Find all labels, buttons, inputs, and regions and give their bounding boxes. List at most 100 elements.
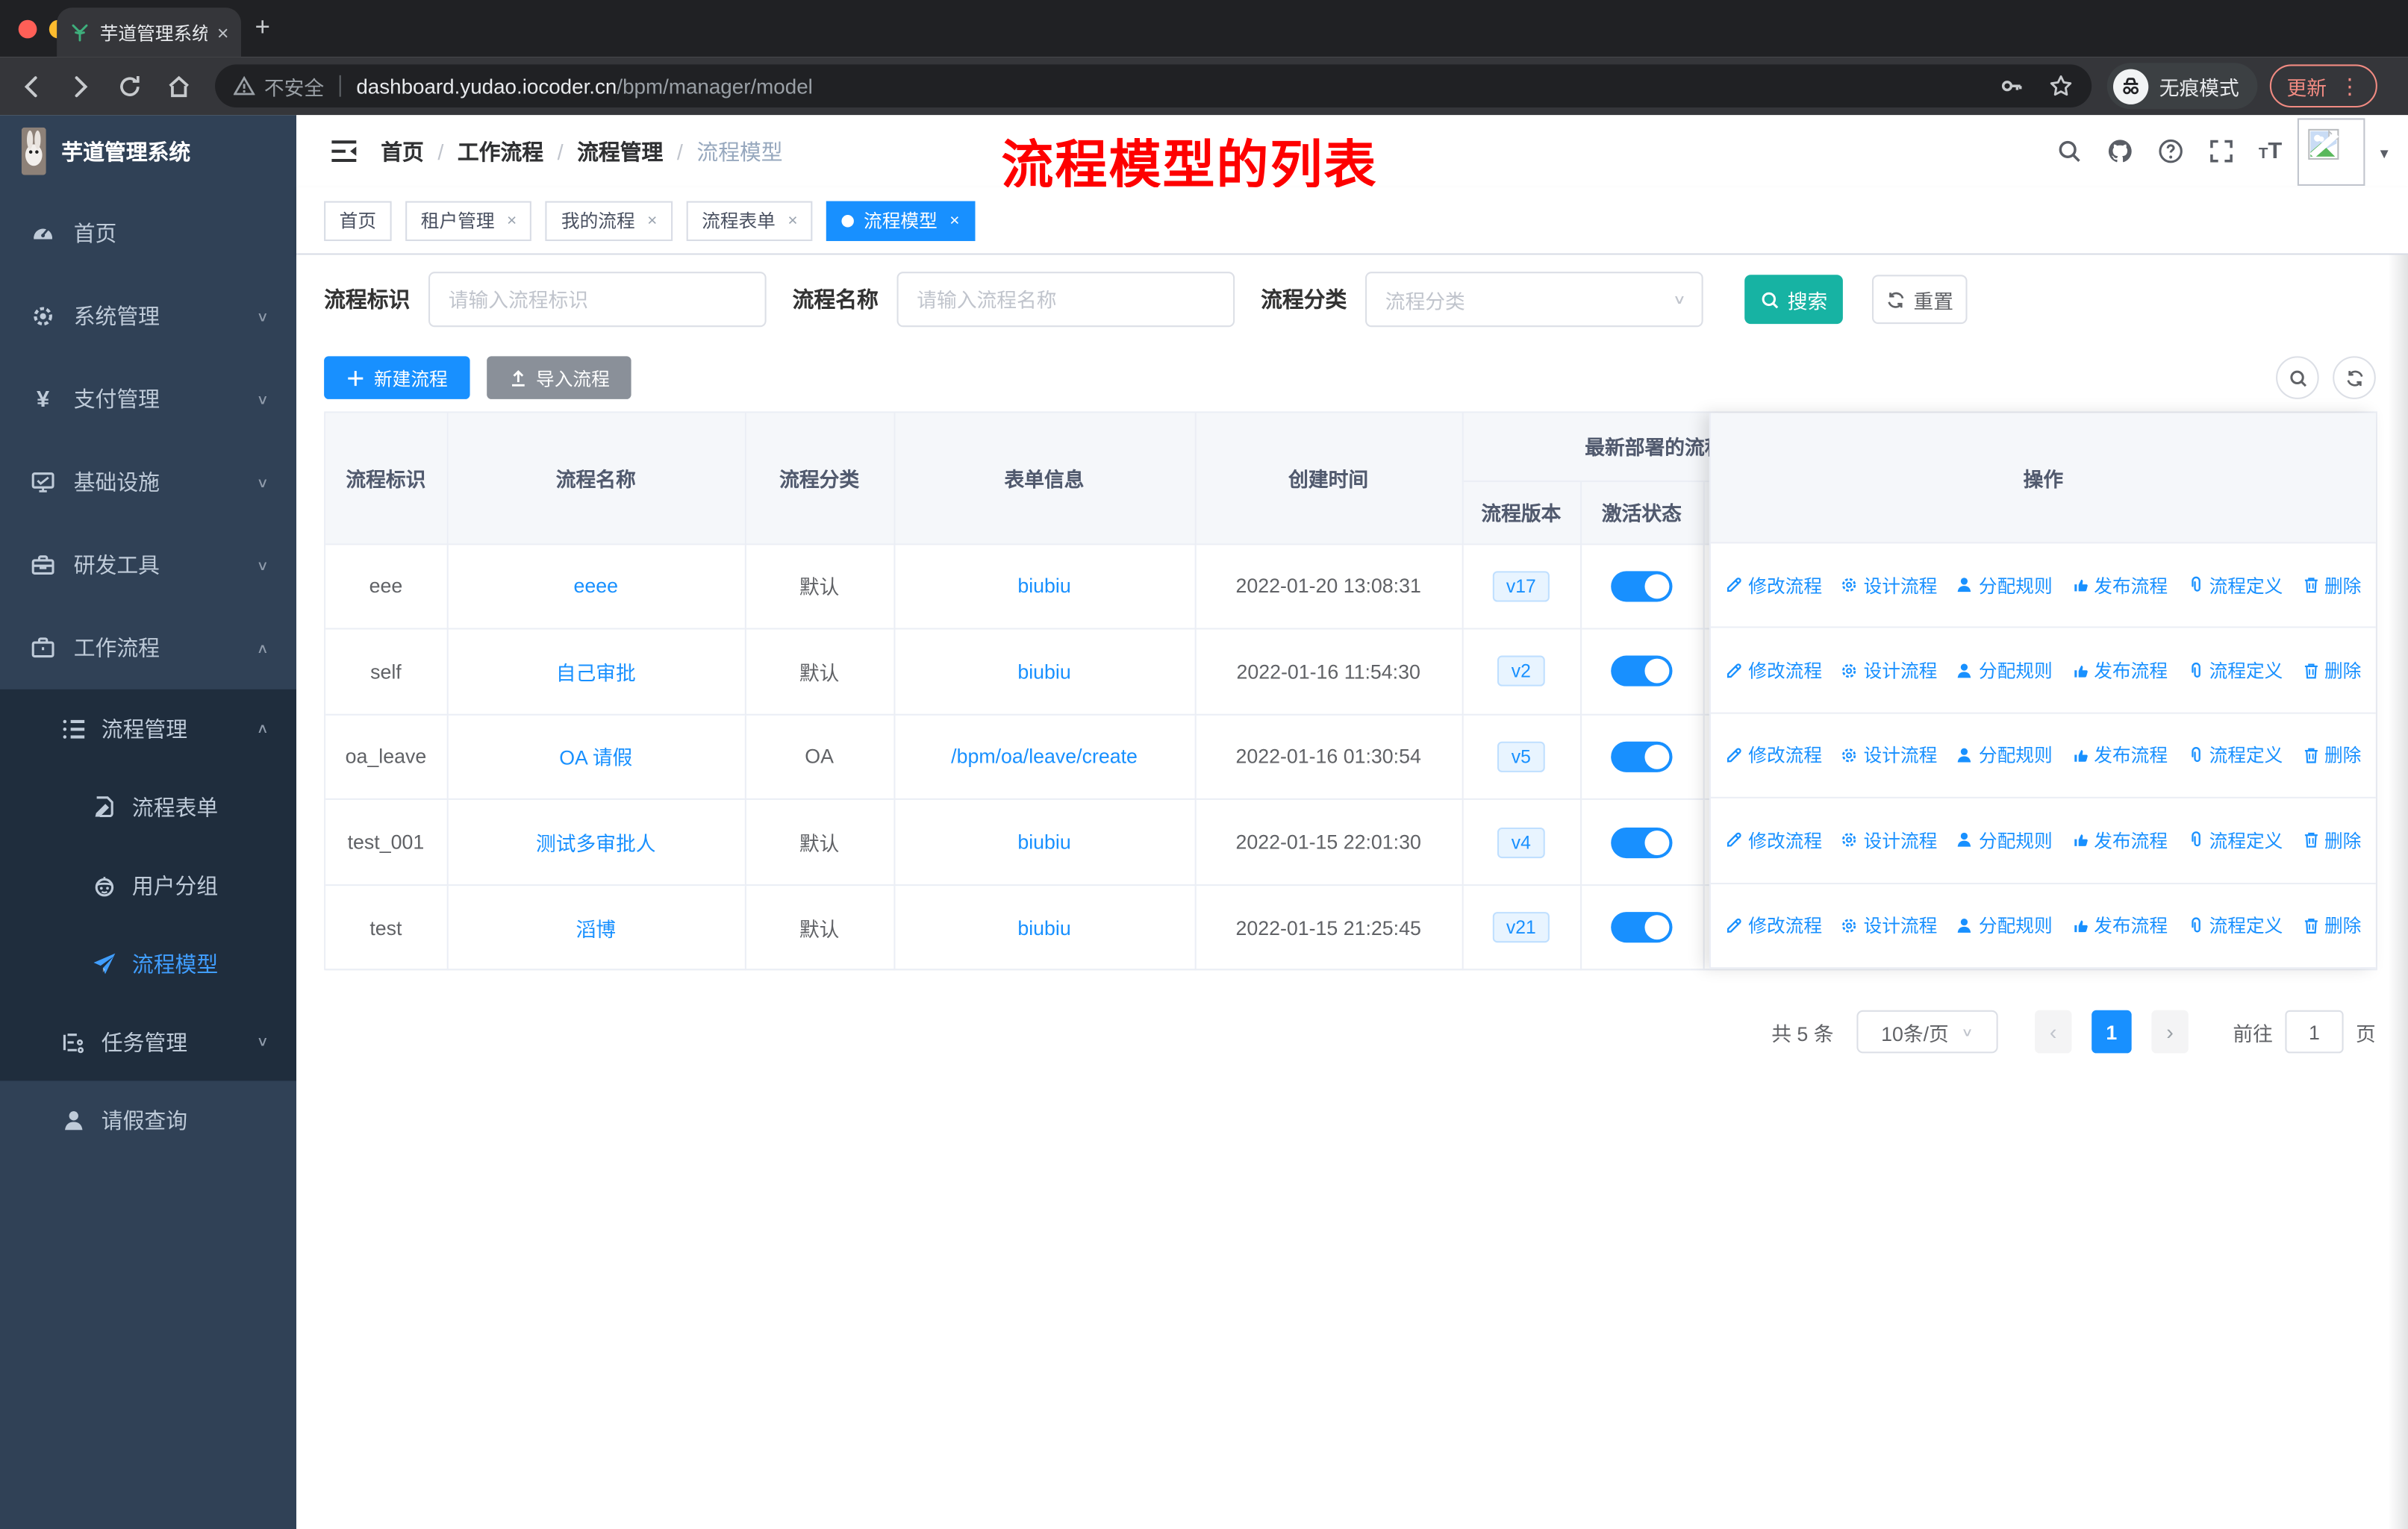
delete-link[interactable]: 删除 bbox=[2301, 572, 2361, 598]
goto-page-input[interactable] bbox=[2285, 1010, 2344, 1054]
page-size-select[interactable]: 10条/页 ∨ bbox=[1856, 1010, 1998, 1054]
address-bar[interactable]: 不安全 dashboard.yudao.iocoder.cn /bpm/mana… bbox=[215, 64, 2092, 108]
version-badge[interactable]: v17 bbox=[1492, 570, 1550, 602]
home-icon[interactable] bbox=[166, 73, 192, 99]
sidebar-item-process-model[interactable]: 流程模型 bbox=[0, 925, 296, 1003]
sidebar-item-home[interactable]: 首页 bbox=[0, 192, 296, 275]
assign-rule-link[interactable]: 分配规则 bbox=[1956, 828, 2053, 854]
browser-menu-icon[interactable]: ⋮ bbox=[2339, 73, 2360, 99]
form-link[interactable]: biubiu bbox=[1017, 916, 1070, 939]
refresh-table-button[interactable] bbox=[2333, 356, 2376, 399]
modify-process-link[interactable]: 修改流程 bbox=[1725, 742, 1822, 769]
close-icon[interactable]: × bbox=[787, 211, 797, 230]
sidebar-item-infra[interactable]: 基础设施 ∨ bbox=[0, 440, 296, 523]
reload-icon[interactable] bbox=[116, 73, 143, 99]
bookmark-star-icon[interactable] bbox=[2049, 74, 2074, 99]
avatar[interactable] bbox=[2297, 118, 2365, 186]
password-key-icon[interactable] bbox=[2000, 74, 2024, 99]
publish-process-link[interactable]: 发布流程 bbox=[2071, 828, 2168, 854]
process-name-link[interactable]: OA 请假 bbox=[559, 747, 632, 770]
active-toggle[interactable] bbox=[1611, 570, 1673, 602]
assign-rule-link[interactable]: 分配规则 bbox=[1956, 913, 2053, 939]
create-process-button[interactable]: 新建流程 bbox=[324, 356, 470, 399]
assign-rule-link[interactable]: 分配规则 bbox=[1956, 742, 2053, 769]
form-link[interactable]: biubiu bbox=[1017, 831, 1070, 854]
delete-link[interactable]: 删除 bbox=[2301, 828, 2361, 854]
process-name-link[interactable]: eeee bbox=[574, 575, 619, 598]
process-definition-link[interactable]: 流程定义 bbox=[2186, 657, 2283, 684]
assign-rule-link[interactable]: 分配规则 bbox=[1956, 657, 2053, 684]
help-icon[interactable] bbox=[2157, 138, 2183, 164]
hamburger-icon[interactable] bbox=[330, 138, 358, 164]
active-toggle[interactable] bbox=[1611, 912, 1673, 943]
reset-button[interactable]: 重置 bbox=[1871, 275, 1968, 325]
design-process-link[interactable]: 设计流程 bbox=[1841, 657, 1937, 684]
tab-close-icon[interactable]: × bbox=[217, 21, 229, 44]
new-tab-button[interactable]: + bbox=[255, 12, 270, 43]
browser-update-button[interactable]: 更新 ⋮ bbox=[2269, 64, 2377, 108]
current-page[interactable]: 1 bbox=[2092, 1010, 2132, 1054]
prev-page-button[interactable]: ‹ bbox=[2034, 1010, 2072, 1054]
next-page-button[interactable]: › bbox=[2151, 1010, 2189, 1054]
avatar-caret-down-icon[interactable]: ▼ bbox=[2377, 146, 2391, 161]
publish-process-link[interactable]: 发布流程 bbox=[2071, 742, 2168, 769]
toggle-search-button[interactable] bbox=[2276, 356, 2319, 399]
security-label[interactable]: 不安全 bbox=[264, 72, 324, 101]
sidebar-item-system[interactable]: 系统管理 ∨ bbox=[0, 275, 296, 357]
sidebar-item-task-mgmt[interactable]: 任务管理 ∨ bbox=[0, 1002, 296, 1081]
tag-process-form[interactable]: 流程表单 × bbox=[686, 200, 814, 240]
sidebar-item-process-mgmt[interactable]: 流程管理 ∧ bbox=[0, 690, 296, 768]
sidebar-item-workflow[interactable]: 工作流程 ∧ bbox=[0, 607, 296, 690]
forward-icon[interactable] bbox=[68, 73, 94, 99]
version-badge[interactable]: v4 bbox=[1497, 827, 1545, 858]
active-toggle[interactable] bbox=[1611, 827, 1673, 858]
modify-process-link[interactable]: 修改流程 bbox=[1725, 572, 1822, 598]
version-badge[interactable]: v5 bbox=[1497, 741, 1545, 772]
publish-process-link[interactable]: 发布流程 bbox=[2071, 913, 2168, 939]
import-process-button[interactable]: 导入流程 bbox=[487, 356, 631, 399]
delete-link[interactable]: 删除 bbox=[2301, 657, 2361, 684]
search-button[interactable]: 搜索 bbox=[1744, 275, 1843, 325]
breadcrumb-process-mgmt[interactable]: 流程管理 bbox=[577, 136, 663, 166]
fullscreen-icon[interactable] bbox=[2208, 138, 2234, 164]
tag-process-model[interactable]: 流程模型 × bbox=[826, 200, 976, 240]
process-key-input[interactable] bbox=[428, 272, 767, 328]
design-process-link[interactable]: 设计流程 bbox=[1841, 913, 1937, 939]
modify-process-link[interactable]: 修改流程 bbox=[1725, 913, 1822, 939]
version-badge[interactable]: v2 bbox=[1497, 656, 1545, 687]
form-link[interactable]: /bpm/oa/leave/create bbox=[951, 745, 1138, 769]
sidebar-item-leave-query[interactable]: 请假查询 bbox=[0, 1081, 296, 1159]
assign-rule-link[interactable]: 分配规则 bbox=[1956, 572, 2053, 598]
form-link[interactable]: biubiu bbox=[1017, 575, 1070, 598]
header-search-icon[interactable] bbox=[2056, 138, 2082, 164]
process-definition-link[interactable]: 流程定义 bbox=[2186, 742, 2283, 769]
form-link[interactable]: biubiu bbox=[1017, 660, 1070, 683]
sidebar-item-user-group[interactable]: 用户分组 bbox=[0, 846, 296, 925]
process-definition-link[interactable]: 流程定义 bbox=[2186, 913, 2283, 939]
sidebar-item-devtools[interactable]: 研发工具 ∨ bbox=[0, 524, 296, 607]
text-size-icon[interactable]: TT bbox=[2259, 138, 2282, 164]
category-select[interactable]: 流程分类 ∨ bbox=[1365, 272, 1703, 328]
modify-process-link[interactable]: 修改流程 bbox=[1725, 828, 1822, 854]
tag-my-process[interactable]: 我的流程 × bbox=[546, 200, 673, 240]
process-name-link[interactable]: 测试多审批人 bbox=[536, 832, 656, 855]
delete-link[interactable]: 删除 bbox=[2301, 742, 2361, 769]
close-icon[interactable]: × bbox=[647, 211, 657, 230]
active-toggle[interactable] bbox=[1611, 656, 1673, 687]
version-badge[interactable]: v21 bbox=[1492, 912, 1550, 943]
close-icon[interactable]: × bbox=[507, 211, 517, 230]
close-window-button[interactable] bbox=[18, 19, 37, 39]
breadcrumb-home[interactable]: 首页 bbox=[381, 136, 424, 166]
github-icon[interactable] bbox=[2106, 138, 2133, 164]
process-definition-link[interactable]: 流程定义 bbox=[2186, 572, 2283, 598]
design-process-link[interactable]: 设计流程 bbox=[1841, 828, 1937, 854]
active-toggle[interactable] bbox=[1611, 741, 1673, 772]
browser-tab[interactable]: 芋道管理系统 × bbox=[57, 7, 242, 57]
publish-process-link[interactable]: 发布流程 bbox=[2071, 657, 2168, 684]
design-process-link[interactable]: 设计流程 bbox=[1841, 742, 1937, 769]
close-icon[interactable]: × bbox=[949, 211, 959, 230]
sidebar-item-process-form[interactable]: 流程表单 bbox=[0, 768, 296, 846]
tag-home[interactable]: 首页 bbox=[324, 200, 392, 240]
publish-process-link[interactable]: 发布流程 bbox=[2071, 572, 2168, 598]
sidebar-item-payment[interactable]: ¥ 支付管理 ∨ bbox=[0, 357, 296, 440]
